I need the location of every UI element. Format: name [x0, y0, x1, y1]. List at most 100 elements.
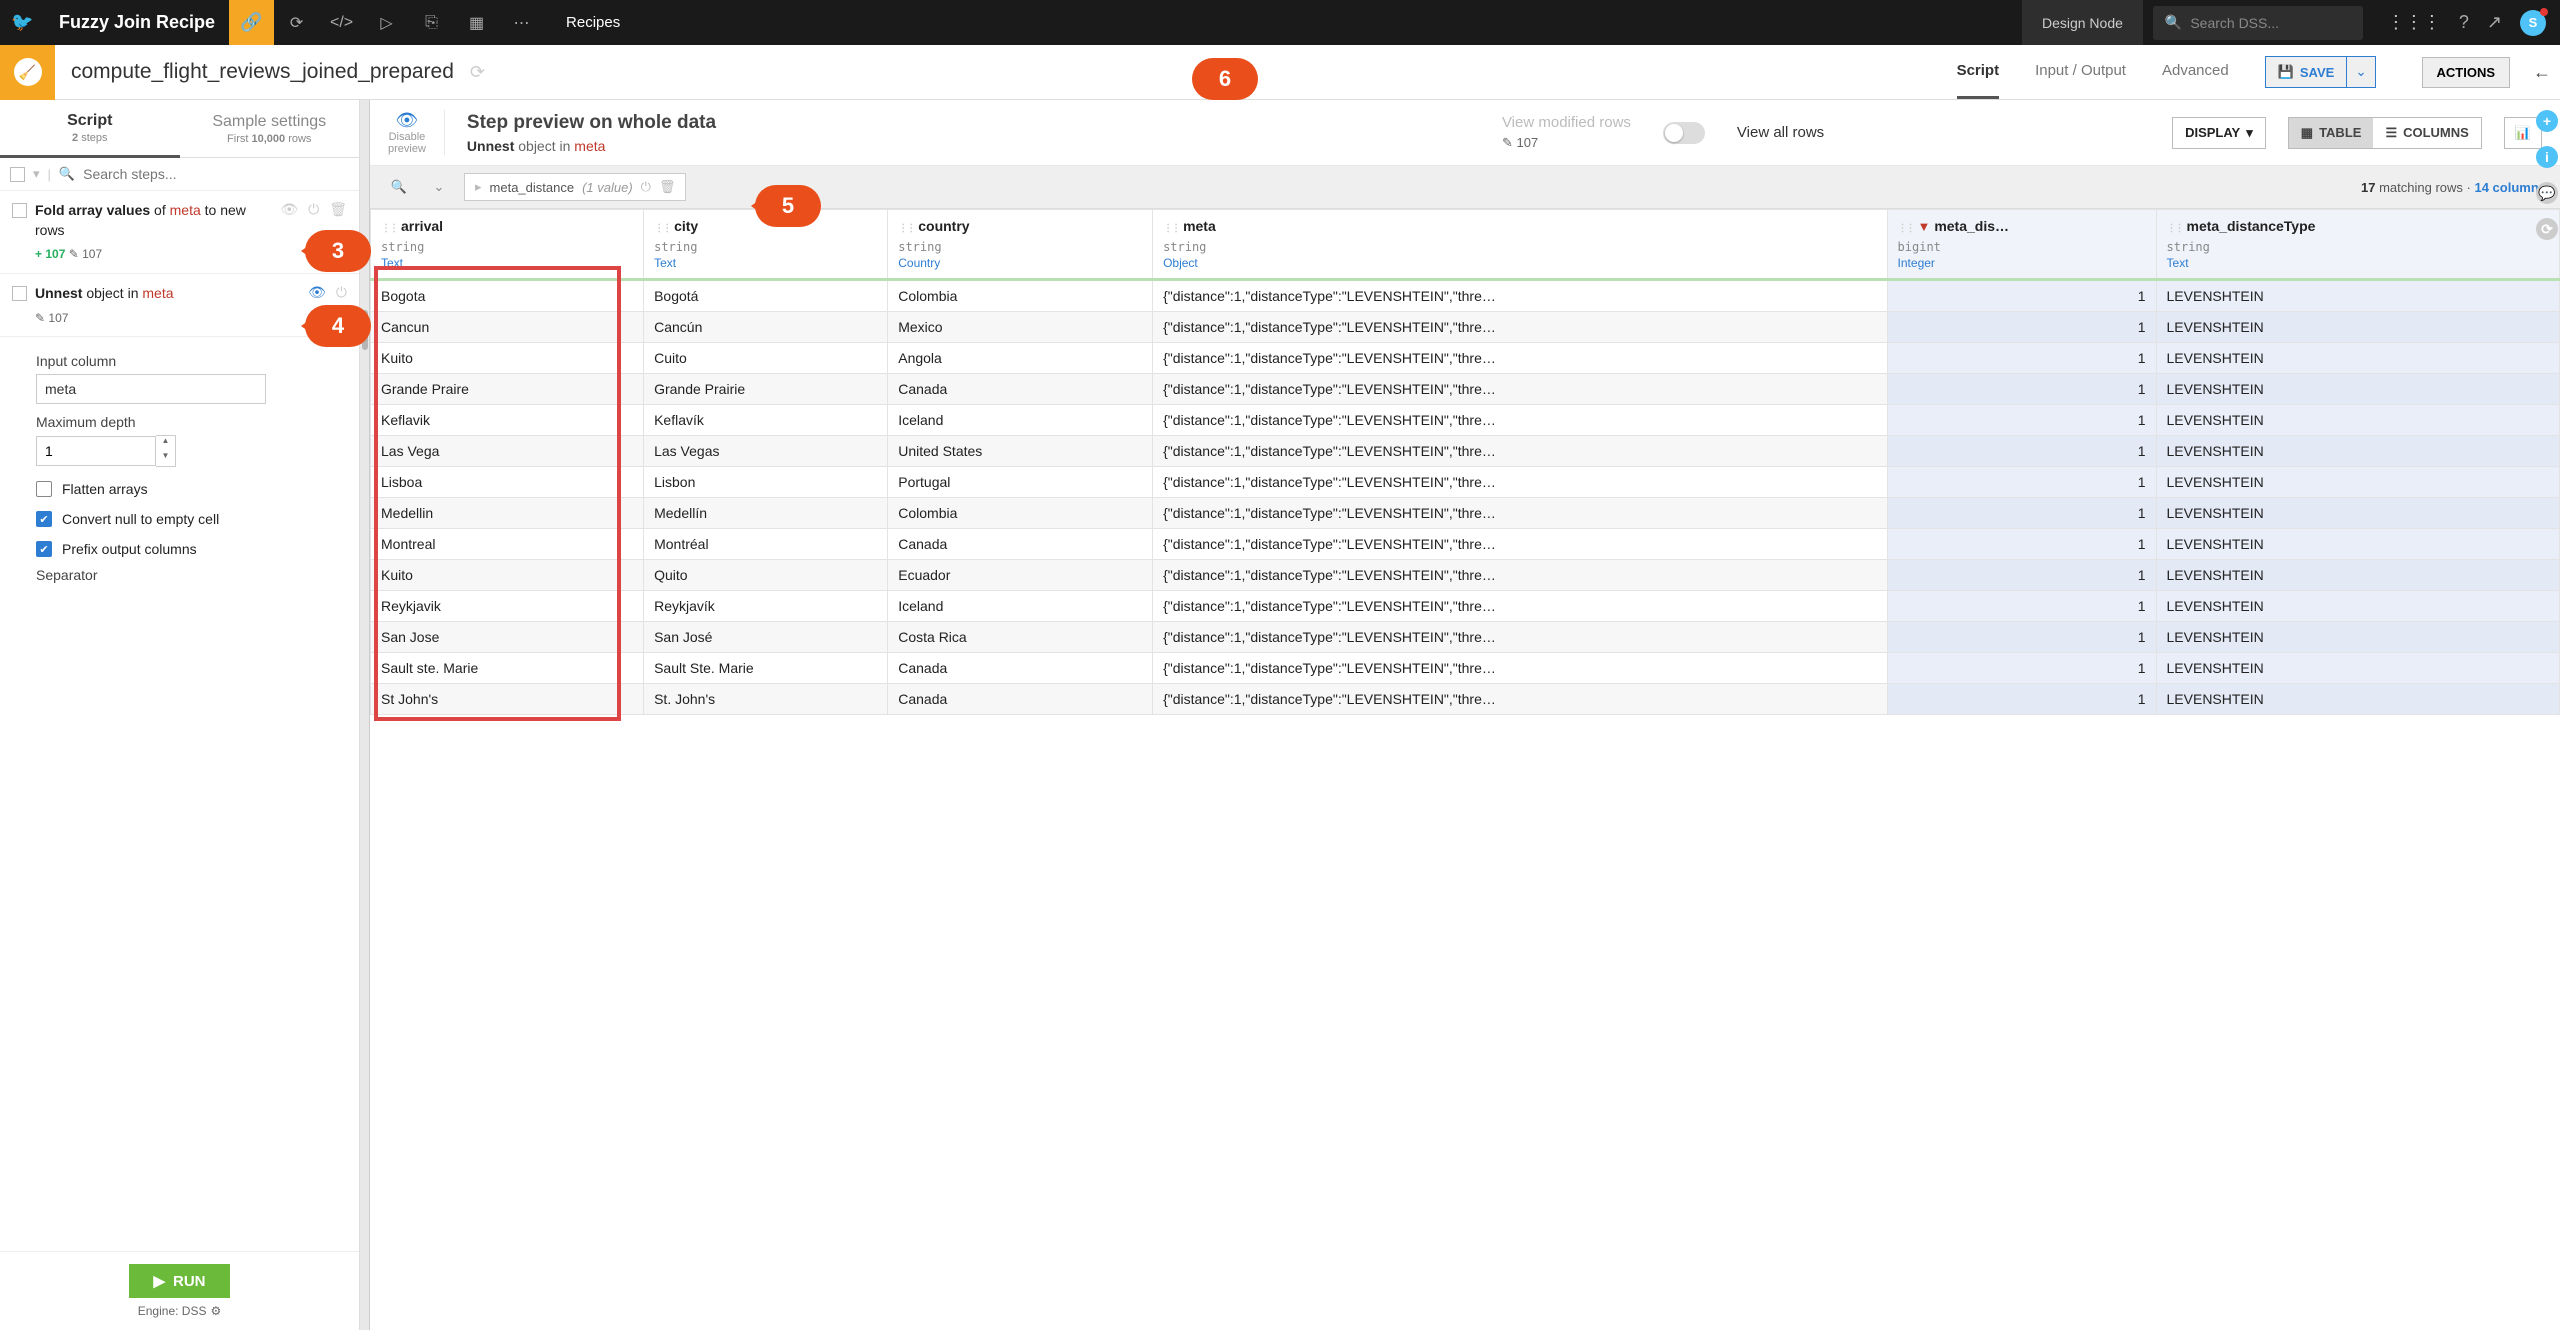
logo-bird-icon[interactable]: 🐦 [0, 0, 45, 45]
apps-grid-icon[interactable]: ⋮⋮⋮ [2387, 12, 2441, 33]
gear-icon: ⚙ [210, 1304, 221, 1318]
recipe-name: compute_flight_reviews_joined_prepared [55, 60, 470, 84]
search-icon: 🔍 [59, 166, 75, 182]
engine-label[interactable]: Engine: DSS ⚙ [12, 1304, 347, 1318]
preview-panel: 👁 Disable preview Step preview on whole … [370, 100, 2560, 1330]
refresh-icon[interactable]: ⟳ [274, 0, 319, 45]
help-icon[interactable]: ? [2459, 12, 2469, 33]
table-row[interactable]: KuitoCuitoAngola{"distance":1,"distanceT… [371, 343, 2560, 374]
display-dropdown[interactable]: DISPLAY ▾ [2172, 117, 2266, 149]
columns-view-button[interactable]: ☰ COLUMNS [2373, 118, 2480, 148]
play-icon[interactable]: ▷ [364, 0, 409, 45]
prefix-output-check[interactable]: ✔Prefix output columns [36, 541, 347, 557]
resize-gutter[interactable] [360, 100, 370, 1330]
convert-null-check[interactable]: ✔Convert null to empty cell [36, 511, 347, 527]
power-icon[interactable]: ⏻ [336, 284, 347, 301]
rail-info-icon[interactable]: i [2536, 146, 2558, 168]
col-meta-distance[interactable]: ⋮⋮▼ meta_dis…bigintInteger [1887, 210, 2156, 280]
flatten-arrays-check[interactable]: Flatten arrays [36, 481, 347, 497]
input-column-label: Input column [36, 353, 347, 369]
search-steps-input[interactable] [83, 166, 349, 182]
separator-label: Separator [36, 567, 347, 583]
eye-icon[interactable]: 👁 [308, 284, 326, 301]
filter-chip[interactable]: ▸ meta_distance (1 value) ⏻ 🗑 [464, 173, 686, 201]
table-row[interactable]: LisboaLisbonPortugal{"distance":1,"dista… [371, 467, 2560, 498]
eye-icon: 👁 [388, 110, 426, 131]
select-all-steps-checkbox[interactable] [10, 167, 25, 182]
step-preview-subtitle: Unnest object in meta [467, 138, 1480, 154]
page-title: Fuzzy Join Recipe [45, 12, 229, 33]
col-arrival[interactable]: ⋮⋮arrivalstringText [371, 210, 644, 280]
max-depth-field[interactable] [36, 436, 156, 466]
step-checkbox[interactable] [12, 286, 27, 301]
share-button[interactable]: 🔗 [229, 0, 274, 45]
table-row[interactable]: Grande PraireGrande PrairieCanada{"dista… [371, 374, 2560, 405]
back-arrow-icon[interactable]: ← [2524, 62, 2560, 83]
trash-icon[interactable]: 🗑 [329, 201, 347, 218]
search-icon: 🔍 [2165, 14, 2182, 31]
right-rail: + i 💬 ⟳ [2536, 110, 2558, 240]
rail-add-icon[interactable]: + [2536, 110, 2558, 132]
save-button[interactable]: 💾 SAVE [2265, 56, 2348, 88]
table-row[interactable]: Las VegaLas VegasUnited States{"distance… [371, 436, 2560, 467]
table-row[interactable]: CancunCancúnMexico{"distance":1,"distanc… [371, 312, 2560, 343]
filter-collapse-icon[interactable]: ⌄ [424, 172, 454, 202]
export-icon[interactable]: ⎘ [409, 0, 454, 45]
table-row[interactable]: San JoseSan JoséCosta Rica{"distance":1,… [371, 622, 2560, 653]
run-button[interactable]: ▶ RUN [129, 1264, 229, 1298]
more-icon[interactable]: ⋯ [499, 0, 544, 45]
trash-icon[interactable]: 🗑 [659, 179, 676, 195]
col-country[interactable]: ⋮⋮countrystringCountry [888, 210, 1153, 280]
code-icon[interactable]: </> [319, 0, 364, 45]
select-dropdown-icon[interactable]: ▾ [33, 166, 40, 182]
left-tab-sample-settings[interactable]: Sample settings First 10,000 rows [180, 100, 360, 158]
tab-script[interactable]: Script [1957, 45, 2000, 99]
tab-advanced[interactable]: Advanced [2162, 45, 2229, 99]
view-all-label: View all rows [1737, 124, 1824, 141]
step-preview-title: Step preview on whole data [467, 112, 1480, 134]
table-row[interactable]: Sault ste. MarieSault Ste. MarieCanada{"… [371, 653, 2560, 684]
actions-button[interactable]: ACTIONS [2422, 57, 2511, 88]
table-row[interactable]: ReykjavikReykjavíkIceland{"distance":1,"… [371, 591, 2560, 622]
save-dropdown[interactable]: ⌄ [2347, 56, 2375, 88]
table-row[interactable]: KeflavikKeflavíkIceland{"distance":1,"di… [371, 405, 2560, 436]
table-row[interactable]: BogotaBogotáColombia{"distance":1,"dista… [371, 280, 2560, 312]
rail-chat-icon[interactable]: 💬 [2536, 182, 2558, 204]
subbar: 🧹 compute_flight_reviews_joined_prepared… [0, 45, 2560, 100]
design-node-label[interactable]: Design Node [2022, 0, 2143, 45]
disable-preview-button[interactable]: 👁 Disable preview [388, 110, 445, 155]
topbar: 🐦 Fuzzy Join Recipe 🔗 ⟳ </> ▷ ⎘ ▦ ⋯ Reci… [0, 0, 2560, 45]
tab-io[interactable]: Input / Output [2035, 45, 2126, 99]
rail-history-icon[interactable]: ⟳ [2536, 218, 2558, 240]
input-column-field[interactable] [36, 374, 266, 404]
tab-recipes[interactable]: Recipes [544, 0, 642, 45]
left-tab-script[interactable]: Script 2 steps [0, 100, 180, 158]
max-depth-stepper[interactable]: ▲▼ [156, 435, 176, 467]
activity-icon[interactable]: ↗ [2487, 12, 2502, 33]
step-unnest-form: Input column Maximum depth ▲▼ Flatten ar… [0, 337, 359, 588]
avatar[interactable]: S [2520, 10, 2546, 36]
callout-5: 5 [755, 185, 821, 227]
eye-icon[interactable]: 👁 [280, 201, 298, 218]
table-row[interactable]: KuitoQuitoEcuador{"distance":1,"distance… [371, 560, 2560, 591]
step-fold-array[interactable]: Fold array values of meta to new rows + … [0, 191, 359, 274]
view-toggle-switch[interactable] [1663, 122, 1705, 144]
data-grid[interactable]: ⋮⋮arrivalstringText ⋮⋮citystringText ⋮⋮c… [370, 209, 2560, 1330]
table-row[interactable]: MontrealMontréalCanada{"distance":1,"dis… [371, 529, 2560, 560]
filter-search-icon[interactable]: 🔍 [384, 172, 414, 202]
max-depth-label: Maximum depth [36, 414, 347, 430]
table-row[interactable]: MedellinMedellínColombia{"distance":1,"d… [371, 498, 2560, 529]
recipe-type-icon: 🧹 [0, 45, 55, 100]
col-meta-distance-type[interactable]: ⋮⋮meta_distanceTypestringText [2156, 210, 2559, 280]
view-modified-label: View modified rows [1502, 114, 1631, 131]
table-view-button[interactable]: ▦ TABLE [2289, 118, 2374, 148]
table-row[interactable]: St John'sSt. John'sCanada{"distance":1,"… [371, 684, 2560, 715]
refresh-recipe-icon[interactable]: ⟳ [470, 62, 485, 83]
dataset-icon[interactable]: ▦ [454, 0, 499, 45]
col-meta[interactable]: ⋮⋮metastringObject [1153, 210, 1887, 280]
power-icon[interactable]: ⏻ [308, 201, 319, 218]
script-side-panel: Script 2 steps Sample settings First 10,… [0, 100, 360, 1330]
search-dss-input[interactable]: 🔍 Search DSS... [2153, 6, 2363, 40]
power-icon[interactable]: ⏻ [641, 179, 651, 195]
step-checkbox[interactable] [12, 203, 27, 218]
